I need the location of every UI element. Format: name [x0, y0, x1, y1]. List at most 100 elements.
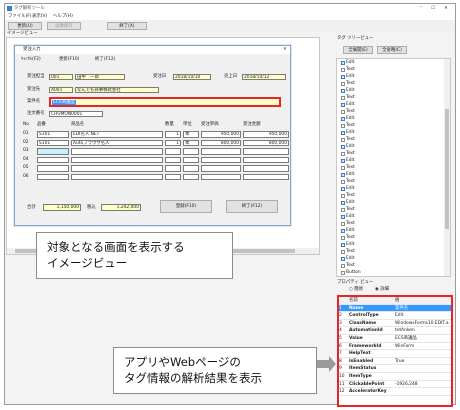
order-staff-name[interactable]: 田中 一郎: [75, 74, 125, 80]
tree-item[interactable]: Edit: [341, 115, 450, 122]
order-date-field[interactable]: 2018/10/10: [173, 74, 211, 80]
grid-cell-code[interactable]: S101: [37, 131, 69, 138]
tree-item[interactable]: Edit: [341, 227, 450, 234]
tree-item[interactable]: Text: [341, 80, 450, 87]
tree-item[interactable]: Button: [341, 269, 450, 276]
tree-item[interactable]: Edit: [341, 199, 450, 206]
menu-view[interactable]: 表示(V): [32, 14, 47, 20]
grid-cell-name[interactable]: [71, 156, 163, 163]
grid-cell-unit[interactable]: 本: [183, 139, 199, 146]
menu-file[interactable]: ファイル(F): [8, 14, 32, 20]
tree-item[interactable]: Text: [341, 136, 450, 143]
grid-cell-qty[interactable]: [165, 148, 181, 155]
tree-item[interactable]: Text: [341, 262, 450, 269]
tree-item[interactable]: Text: [341, 192, 450, 199]
prop-row[interactable]: 10 ItemType: [339, 373, 451, 381]
form-close-icon[interactable]: ✕: [281, 46, 289, 53]
grid-cell-price[interactable]: [201, 165, 241, 172]
prop-row[interactable]: 6 FrameworkId WinForm: [339, 343, 451, 351]
tree-item[interactable]: Text: [341, 122, 450, 129]
form-tab-exit[interactable]: 終了(F12): [95, 57, 115, 63]
tree-item[interactable]: Edit: [341, 157, 450, 164]
grid-cell-unit[interactable]: [183, 165, 199, 172]
prop-row[interactable]: 8 IsEnabled True: [339, 358, 451, 366]
grid-cell-code[interactable]: [37, 173, 69, 180]
order-staff-code[interactable]: 001: [49, 74, 73, 80]
grid-cell-amount[interactable]: [243, 165, 289, 172]
prop-row[interactable]: 5 Value ECS商議品: [339, 335, 451, 343]
grid-cell-amount[interactable]: [243, 173, 289, 180]
grid-cell-price[interactable]: [201, 156, 241, 163]
tree-item[interactable]: Text: [341, 108, 450, 115]
form-tab-update[interactable]: 更新(F10): [59, 57, 79, 63]
form-exit-button[interactable]: 終了(F12): [226, 200, 278, 213]
tree-item[interactable]: Text: [341, 178, 450, 185]
grid-cell-code[interactable]: S101: [37, 139, 69, 146]
prop-row[interactable]: 2 ControlType Edit: [339, 312, 451, 320]
prop-row[interactable]: 7 HelpText: [339, 350, 451, 358]
note-field[interactable]: CHUMON0001: [49, 111, 103, 117]
grid-cell-price[interactable]: 950,000: [201, 131, 241, 138]
grid-cell-code[interactable]: [37, 156, 69, 163]
radio-detail[interactable]: ◉ 詳細: [375, 287, 389, 293]
update-button[interactable]: 更新(U): [8, 22, 42, 30]
form-tab-cancel[interactable]: ｷｬﾝｾﾙ(F2): [21, 57, 41, 63]
grid-cell-amount[interactable]: [243, 148, 289, 155]
register-button[interactable]: 登録(F10): [160, 200, 212, 213]
tree-item[interactable]: Edit: [341, 129, 450, 136]
prop-row[interactable]: 3 ClassName WindowsForms10.EDIT.app: [339, 320, 451, 328]
tree-item[interactable]: Edit: [341, 171, 450, 178]
tree-item[interactable]: Edit: [341, 101, 450, 108]
collapse-all-button[interactable]: 全省略(C): [377, 46, 407, 54]
snapshot-button[interactable]: 画像保存: [47, 22, 81, 30]
tree-item[interactable]: Text: [341, 234, 450, 241]
customer-code-field[interactable]: A001: [49, 87, 73, 93]
grid-cell-unit[interactable]: [183, 173, 199, 180]
grid-cell-qty[interactable]: 1: [165, 131, 181, 138]
tree-item[interactable]: Edit: [341, 143, 450, 150]
prop-row[interactable]: 9 ItemStatus: [339, 365, 451, 373]
prop-row[interactable]: 1 Name 案件名: [339, 304, 451, 313]
grid-cell-name[interactable]: [71, 148, 163, 155]
menu-help[interactable]: ヘルプ(H): [53, 14, 73, 20]
grid-cell-name[interactable]: Autoブラウザ名人: [71, 139, 163, 146]
prop-row[interactable]: 4 AutomationId txtAnken: [339, 327, 451, 335]
expand-all-button[interactable]: 全展開(E): [343, 46, 373, 54]
grid-cell-name[interactable]: [71, 165, 163, 172]
tree-item[interactable]: Text: [341, 94, 450, 101]
grid-cell-qty[interactable]: [165, 156, 181, 163]
prop-row[interactable]: 11 ClickablePoint -1926,248: [339, 381, 451, 389]
grid-cell-unit[interactable]: [183, 148, 199, 155]
grid-cell-amount[interactable]: [243, 156, 289, 163]
grid-cell-unit[interactable]: [183, 156, 199, 163]
grid-cell-qty[interactable]: [165, 173, 181, 180]
grid-cell-qty[interactable]: 1: [165, 139, 181, 146]
tree-item[interactable]: Text: [341, 206, 450, 213]
grid-cell-amount[interactable]: 800,000: [243, 139, 289, 146]
customer-name-field[interactable]: なんでも商事株式会社: [75, 87, 159, 93]
maximize-icon[interactable]: ☐: [429, 5, 437, 12]
grid-cell-code[interactable]: [37, 148, 69, 155]
exit-button[interactable]: 終了(X): [107, 22, 147, 30]
tree-item[interactable]: Edit: [341, 241, 450, 248]
grid-cell-unit[interactable]: 本: [183, 131, 199, 138]
grid-cell-amount[interactable]: 950,000: [243, 131, 289, 138]
tree-item[interactable]: Text: [341, 164, 450, 171]
radio-simple[interactable]: ○ 簡易: [349, 287, 363, 293]
tree-item[interactable]: Text: [341, 248, 450, 255]
tree-item[interactable]: Edit: [341, 73, 450, 80]
grid-cell-name[interactable]: EDI名人.NET: [71, 131, 163, 138]
sales-date-field[interactable]: 2018/10/12: [242, 74, 286, 80]
grid-cell-name[interactable]: [71, 173, 163, 180]
tree-item[interactable]: Text: [341, 150, 450, 157]
grid-cell-price[interactable]: [201, 173, 241, 180]
grid-cell-price[interactable]: [201, 148, 241, 155]
grid-cell-qty[interactable]: [165, 165, 181, 172]
tree-item[interactable]: Edit: [341, 59, 450, 66]
close-icon[interactable]: ✕: [442, 5, 450, 12]
tree-item[interactable]: Edit: [341, 213, 450, 220]
tree-item[interactable]: Text: [341, 66, 450, 73]
grid-cell-code[interactable]: [37, 165, 69, 172]
prop-row[interactable]: 12 AcceleratorKey: [339, 388, 451, 396]
tree-item[interactable]: Edit: [341, 185, 450, 192]
